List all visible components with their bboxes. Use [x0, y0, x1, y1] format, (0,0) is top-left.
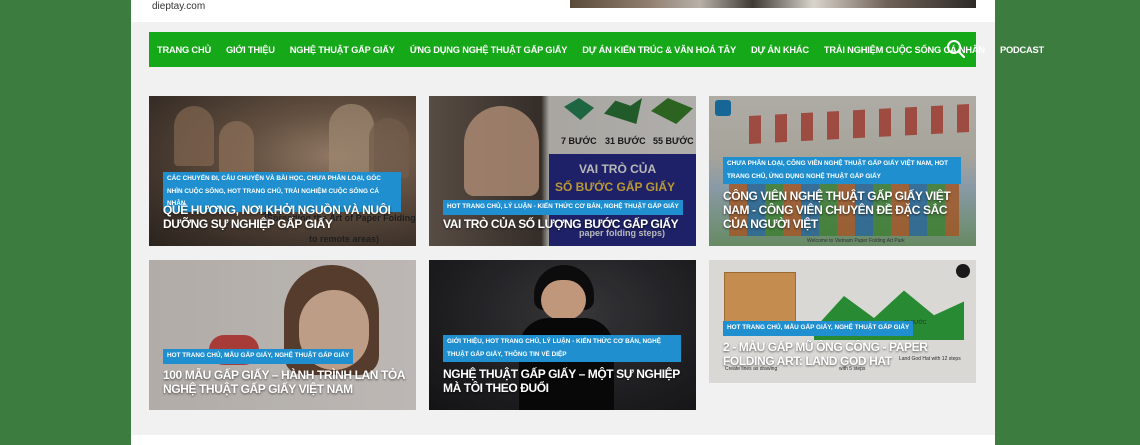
post-title[interactable]: VAI TRÒ CỦA SỐ LƯỢNG BƯỚC GẤP GIẤY [443, 217, 683, 231]
post-card[interactable]: 12 BƯỚC Land God Hat with 12 steps Creat… [709, 260, 976, 383]
post-categories[interactable]: HOT TRANG CHỦ, MẪU GẤP GIẤY, NGHỆ THUẬT … [163, 349, 354, 364]
post-categories[interactable]: HOT TRANG CHỦ, LÝ LUẬN - KIẾN THỨC CƠ BẢ… [443, 200, 683, 215]
main-navigation: TRANG CHỦ GIỚI THIỆU NGHỆ THUẬT GẤP GIẤY… [149, 32, 1044, 67]
post-categories[interactable]: CHƯA PHÂN LOẠI, CÔNG VIÊN NGHỆ THUẬT GẤP… [723, 157, 961, 184]
page-footer-edge [131, 435, 995, 445]
nav-item-home[interactable]: TRANG CHỦ [157, 45, 211, 55]
post-card[interactable]: LAN TOẢ NGHỆ THUẬT GẤP GIẤY (Spreading t… [149, 96, 416, 246]
nav-item-paper-folding-applications[interactable]: ỨNG DỤNG NGHỆ THUẬT GẤP GIẤY [410, 45, 568, 55]
post-title[interactable]: QUÊ HƯƠNG, NƠI KHỞI NGUỒN VÀ NUÔI DƯỠNG … [163, 203, 403, 231]
nav-item-about[interactable]: GIỚI THIỆU [226, 45, 275, 55]
post-title[interactable]: NGHỆ THUẬT GẤP GIẤY – MỘT SỰ NGHIỆP MÀ T… [443, 367, 683, 395]
site-header: dieptay.com [131, 0, 995, 22]
nav-item-other-projects[interactable]: DỰ ÁN KHÁC [751, 45, 809, 55]
nav-item-architecture-projects[interactable]: DỰ ÁN KIẾN TRÚC & VĂN HOÁ TÂY [582, 45, 736, 55]
page-container: dieptay.com TRANG CHỦ GIỚI THIỆU NGHỆ TH… [131, 0, 1044, 445]
site-url[interactable]: dieptay.com [152, 1, 205, 12]
post-card[interactable]: HOT TRANG CHỦ, MẪU GẤP GIẤY, NGHỆ THUẬT … [149, 260, 416, 410]
nav-item-paper-folding-art[interactable]: NGHỆ THUẬT GẤP GIẤY [290, 45, 395, 55]
post-card[interactable]: GIỚI THIỆU, HOT TRANG CHỦ, LÝ LUẬN - KIẾ… [429, 260, 696, 410]
post-card[interactable]: 7 BƯỚC 31 BƯỚC 55 BƯỚC VAI TRÒ CỦA SỐ BƯ… [429, 96, 696, 246]
search-icon[interactable] [946, 39, 966, 59]
nav-item-podcast[interactable]: PODCAST [1000, 45, 1044, 55]
post-title[interactable]: 100 MẪU GẤP GIẤY – HÀNH TRÌNH LAN TỎA NG… [163, 368, 408, 396]
post-title[interactable]: CÔNG VIÊN NGHỆ THUẬT GẤP GIẤY VIỆT NAM -… [723, 189, 963, 231]
post-title[interactable]: 2 - MẪU GẤP MŨ ÔNG CÔNG - PAPER FOLDING … [723, 340, 963, 368]
post-card[interactable]: Welcome to Vietnam Paper Folding Art Par… [709, 96, 976, 246]
post-categories[interactable]: GIỚI THIỆU, HOT TRANG CHỦ, LÝ LUẬN - KIẾ… [443, 335, 681, 362]
post-categories[interactable]: HOT TRANG CHỦ, MẪU GẤP GIẤY, NGHỆ THUẬT … [723, 321, 914, 336]
header-banner-image[interactable] [570, 0, 976, 8]
